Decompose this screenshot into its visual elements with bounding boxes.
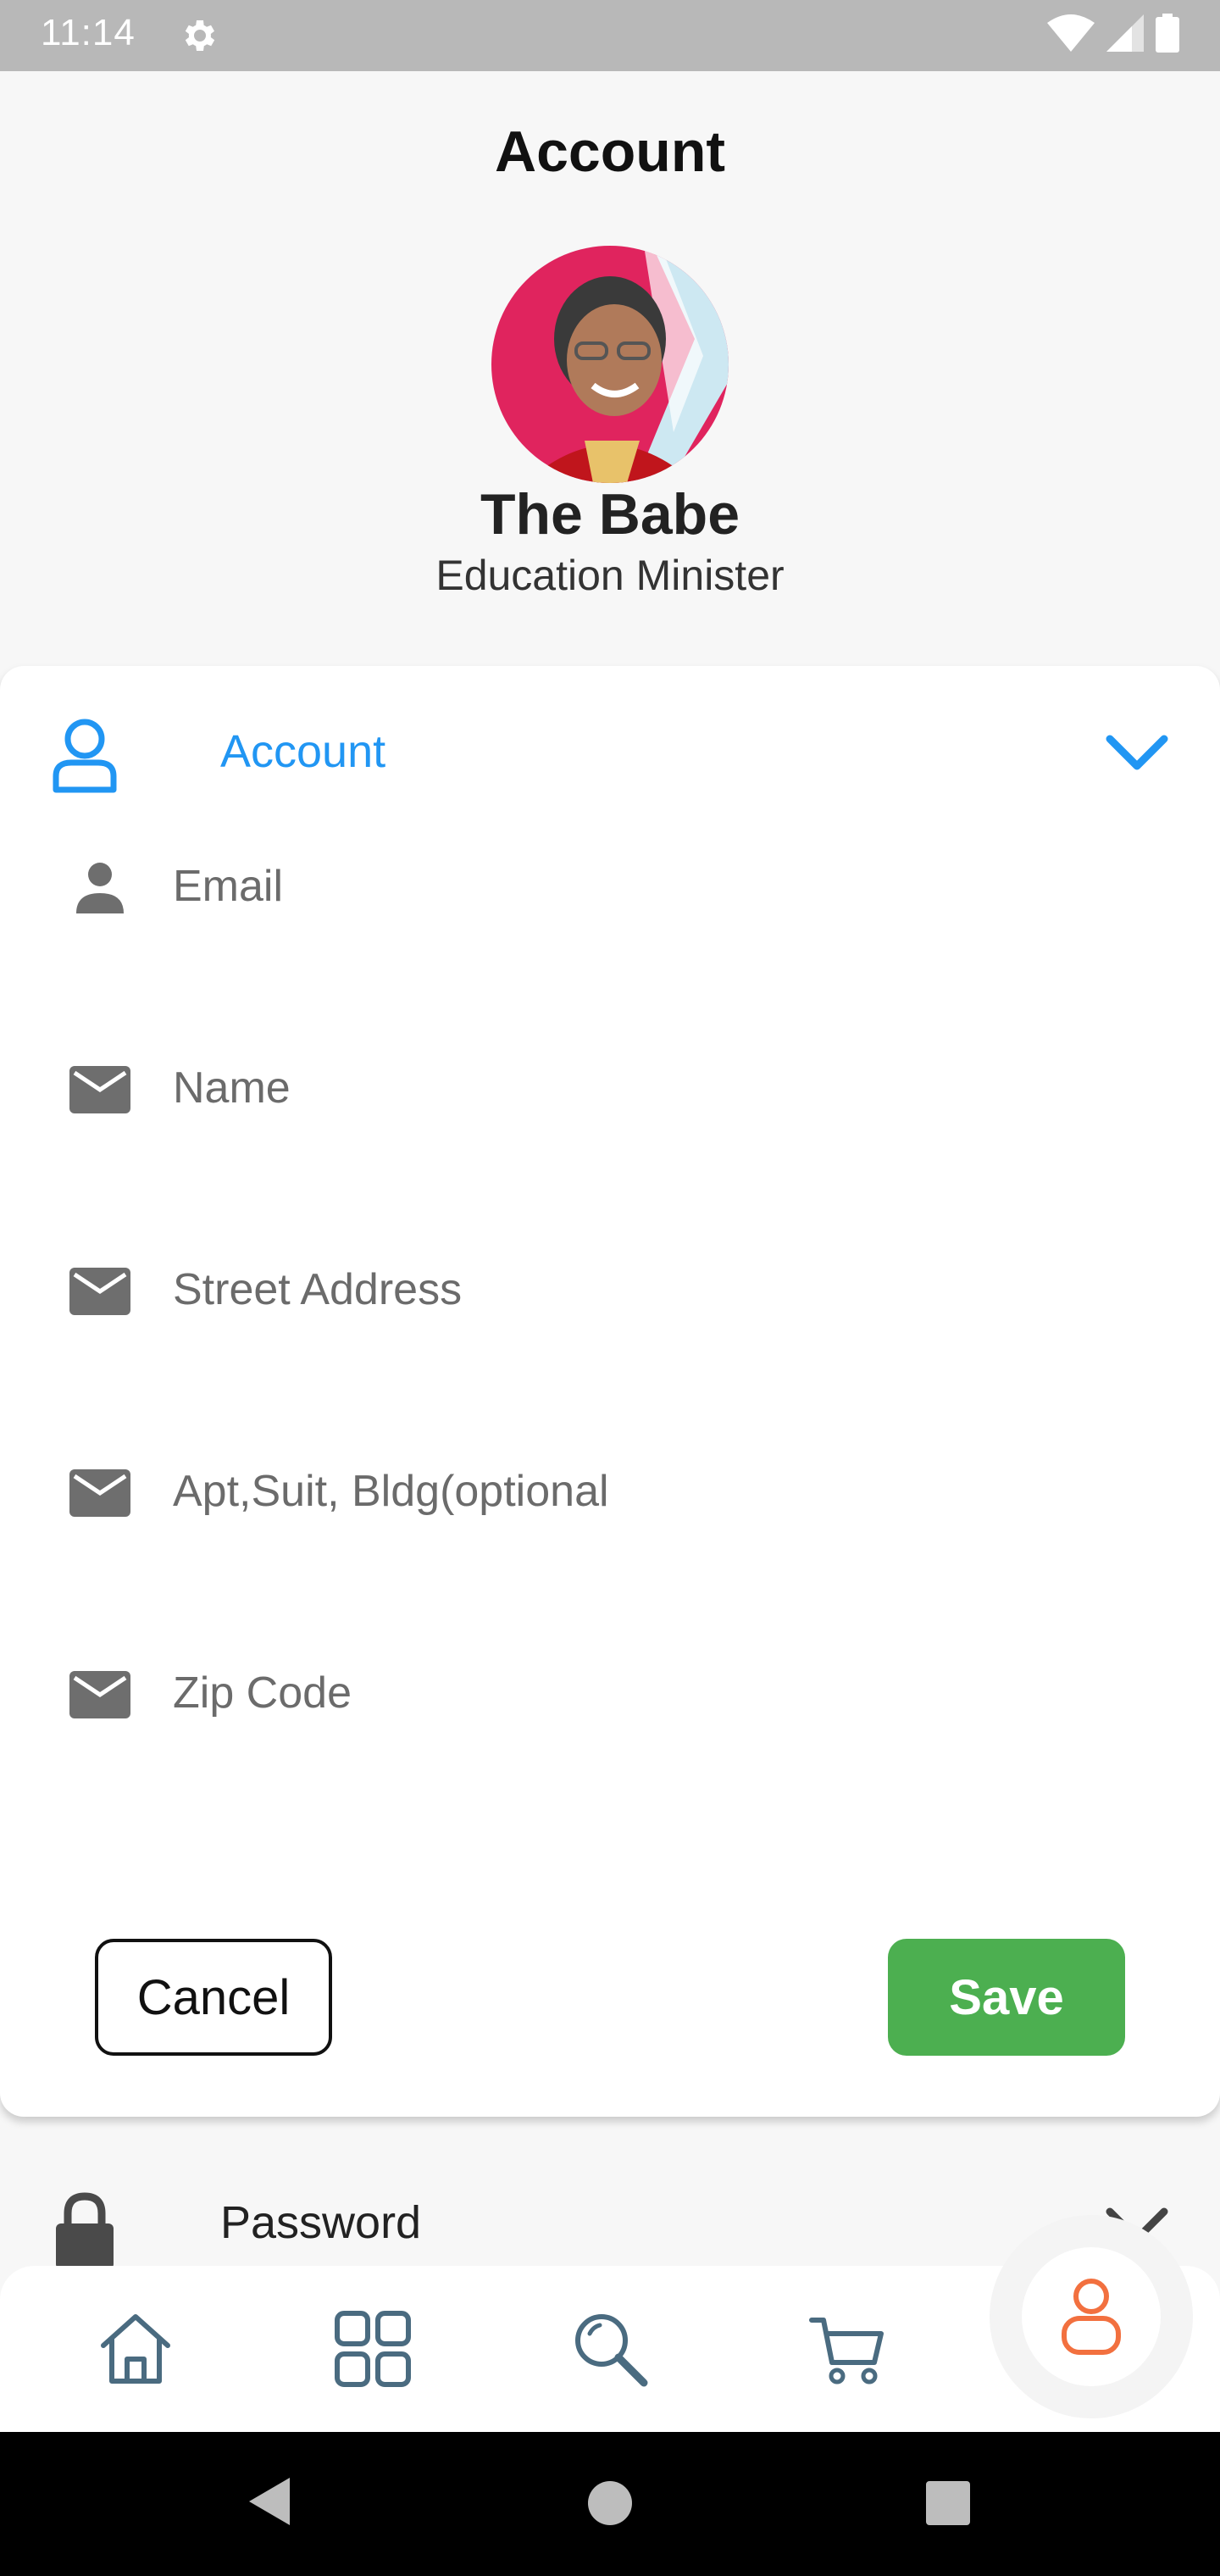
home-button-icon[interactable]: [588, 2481, 632, 2525]
profile-role: Education Minister: [435, 552, 785, 599]
signal-icon: [1106, 14, 1144, 52]
page-title: Account: [495, 119, 725, 184]
password-section-title: Password: [220, 2197, 422, 2248]
zip-code-input[interactable]: [173, 1659, 1147, 1727]
home-icon: [101, 2314, 170, 2384]
name-input[interactable]: [173, 1054, 1147, 1122]
status-time: 11:14: [41, 12, 136, 53]
street-address-field: [0, 1239, 1220, 1341]
lock-icon: [56, 2192, 114, 2269]
person-icon: [76, 863, 124, 913]
avatar-photo: [491, 246, 729, 483]
profile-name: The Babe: [480, 482, 740, 547]
nav-categories[interactable]: [322, 2298, 424, 2400]
status-bar: 11:14: [0, 0, 1220, 71]
profile-icon: [1062, 2279, 1121, 2355]
battery-icon: [1156, 14, 1179, 53]
mail-icon: [69, 1671, 130, 1718]
account-user-icon: [53, 719, 117, 793]
street-address-input[interactable]: [173, 1256, 1147, 1324]
grid-icon: [335, 2311, 411, 2387]
nav-cart[interactable]: [796, 2298, 898, 2400]
apt-input[interactable]: [173, 1457, 1147, 1525]
account-section-title[interactable]: Account: [220, 725, 385, 778]
bottom-nav: [0, 2215, 1220, 2432]
apt-field: [0, 1441, 1220, 1542]
nav-search[interactable]: [559, 2298, 661, 2400]
email-input[interactable]: [173, 852, 1147, 920]
nav-home[interactable]: [85, 2298, 186, 2400]
wifi-icon: [1047, 14, 1095, 52]
screen: 11:14 Account The Babe Education Ministe…: [0, 0, 1220, 2576]
nav-profile[interactable]: [1022, 2247, 1161, 2386]
save-button[interactable]: Save: [888, 1939, 1125, 2056]
account-card: Account Email Name Street Address Apt,Su…: [0, 666, 1220, 2117]
search-icon: [575, 2314, 648, 2387]
system-nav-bar: [0, 2432, 1220, 2576]
mail-icon: [69, 1268, 130, 1315]
back-icon[interactable]: [246, 2474, 293, 2529]
recent-apps-icon[interactable]: [926, 2481, 970, 2525]
email-field: [0, 836, 1220, 937]
avatar[interactable]: [491, 246, 729, 483]
settings-gear-icon: [185, 20, 215, 51]
cancel-button[interactable]: Cancel: [95, 1939, 332, 2056]
status-icons: [1047, 14, 1179, 53]
zip-code-field: [0, 1642, 1220, 1744]
cart-icon: [809, 2318, 884, 2384]
mail-icon: [69, 1066, 130, 1113]
mail-icon: [69, 1469, 130, 1517]
name-field: [0, 1037, 1220, 1139]
chevron-down-icon[interactable]: [1105, 732, 1169, 774]
